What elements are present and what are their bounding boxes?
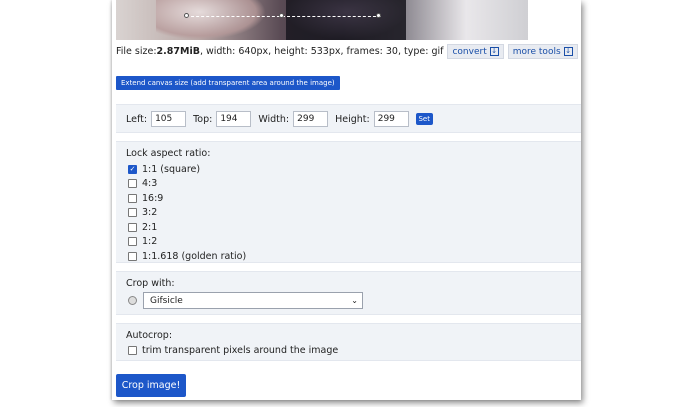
aspect-option-label: 16:9 [142, 192, 164, 204]
checkbox[interactable] [128, 179, 137, 189]
left-input[interactable]: 105 [151, 111, 187, 127]
checkbox[interactable] [128, 193, 137, 203]
aspect-option-3-2[interactable]: 3:2 [128, 206, 246, 221]
crop-handle[interactable] [376, 13, 381, 18]
crop-dimensions-section: Left: 105 Top: 194 Width: 299 Height: 29… [116, 104, 581, 133]
arrow-down-icon: ↓ [563, 47, 573, 56]
checkbox[interactable] [128, 346, 137, 355]
crop-engine-radio[interactable] [128, 296, 137, 305]
convert-button[interactable]: convert ↓ [447, 44, 504, 59]
aspect-ratio-title: Lock aspect ratio: [126, 148, 211, 159]
aspect-option-16-9[interactable]: 16:9 [128, 191, 246, 206]
checkbox[interactable] [128, 222, 137, 232]
file-info: File size: 2.87MiB , width: 640px, heigh… [116, 44, 578, 59]
aspect-option-1-2[interactable]: 1:2 [128, 235, 246, 250]
checkbox-checked[interactable]: ✓ [128, 164, 137, 174]
checkbox[interactable] [128, 208, 137, 218]
checkbox[interactable] [128, 237, 137, 247]
convert-label: convert [452, 46, 487, 57]
aspect-option-1-1[interactable]: ✓ 1:1 (square) [128, 162, 246, 177]
aspect-option-label: 1:1.618 (golden ratio) [142, 250, 247, 262]
crop-with-section: Crop with: Gifsicle ⌄ [116, 271, 581, 315]
extend-canvas-button[interactable]: Extend canvas size (add transparent area… [116, 76, 340, 90]
autocrop-option-label: trim transparent pixels around the image [142, 345, 339, 356]
autocrop-option[interactable]: trim transparent pixels around the image [128, 345, 338, 356]
chevron-down-icon: ⌄ [351, 296, 358, 305]
crop-engine-select[interactable]: Gifsicle ⌄ [143, 292, 363, 309]
aspect-ratio-list: ✓ 1:1 (square) 4:3 16:9 3:2 2:1 1:2 1:1.… [128, 162, 246, 264]
aspect-option-4-3[interactable]: 4:3 [128, 177, 246, 192]
aspect-option-label: 1:1 (square) [142, 163, 201, 175]
height-label: Height: [335, 113, 370, 125]
crop-with-title: Crop with: [126, 278, 175, 289]
file-size-label: File size: [116, 46, 157, 57]
set-button[interactable]: Set [415, 113, 433, 125]
crop-handle[interactable] [184, 13, 189, 18]
aspect-option-label: 2:1 [142, 221, 158, 233]
aspect-option-label: 4:3 [142, 178, 158, 190]
aspect-ratio-section: Lock aspect ratio: ✓ 1:1 (square) 4:3 16… [116, 141, 581, 263]
file-size-value: 2.87MiB [156, 46, 200, 57]
image-preview[interactable] [116, 0, 528, 40]
more-tools-label: more tools [512, 46, 561, 57]
width-input[interactable]: 299 [293, 111, 329, 127]
top-label: Top: [193, 113, 213, 125]
crop-engine-selected: Gifsicle [150, 295, 183, 306]
more-tools-button[interactable]: more tools ↓ [507, 44, 578, 59]
crop-image-button[interactable]: Crop image! [116, 374, 186, 397]
aspect-option-label: 3:2 [142, 207, 158, 219]
checkbox[interactable] [128, 251, 137, 261]
autocrop-section: Autocrop: trim transparent pixels around… [116, 323, 581, 361]
autocrop-title: Autocrop: [126, 330, 173, 341]
left-label: Left: [126, 113, 148, 125]
aspect-option-2-1[interactable]: 2:1 [128, 220, 246, 235]
crop-tool-panel: File size: 2.87MiB , width: 640px, heigh… [112, 0, 581, 400]
aspect-option-label: 1:2 [142, 236, 158, 248]
height-input[interactable]: 299 [373, 111, 409, 127]
top-input[interactable]: 194 [216, 111, 252, 127]
arrow-down-icon: ↓ [489, 47, 499, 56]
preview-image-region [286, 0, 406, 40]
width-label: Width: [258, 113, 290, 125]
file-details: , width: 640px, height: 533px, frames: 3… [199, 46, 444, 57]
crop-handle[interactable] [279, 13, 284, 18]
preview-image-region [156, 0, 266, 40]
aspect-option-golden[interactable]: 1:1.618 (golden ratio) [128, 249, 246, 264]
